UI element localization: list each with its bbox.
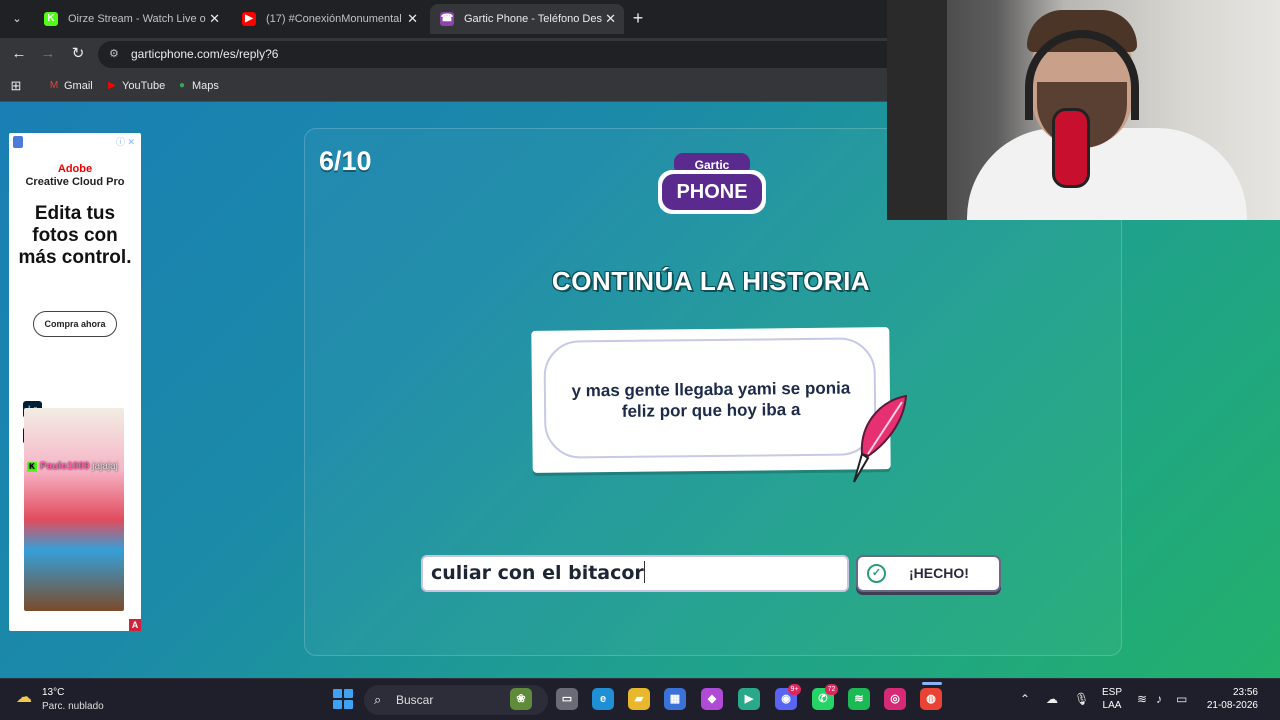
story-card: y mas gente llegaba yami se ponia feliz … xyxy=(531,327,891,473)
keyboard-layout: LAA xyxy=(1102,700,1122,711)
adchoices-icon[interactable]: A xyxy=(129,619,141,631)
text-caret xyxy=(643,561,645,583)
webcam-overlay xyxy=(887,0,1280,220)
round-counter: 6/10 xyxy=(319,146,372,176)
done-button-label: ¡HECHO! xyxy=(909,565,969,581)
close-icon[interactable]: ✕ xyxy=(605,4,616,34)
checkmark-icon: ✓ xyxy=(867,564,886,583)
volume-icon[interactable]: ♪ xyxy=(1156,690,1162,708)
ad-shield-icon xyxy=(13,136,23,148)
taskbar: ☁ 13°C Parc. nublado ⌕ Buscar ❀ ▭ e ▰ ▦ ◆ ▶ ◉ 9+… xyxy=(0,678,1280,720)
apps-grid-icon[interactable]: ⊞ xyxy=(5,75,27,97)
active-app-indicator xyxy=(922,682,942,685)
ad-cta-button[interactable]: Compra ahora xyxy=(33,311,117,337)
store-icon[interactable]: ▦ xyxy=(664,688,686,710)
kick-icon: K xyxy=(44,12,58,26)
browser-toolbar: ← → ↻ ⚙ garticphone.com/es/reply?6 xyxy=(0,38,887,70)
tab-search-button[interactable]: ⌄ xyxy=(6,8,28,30)
widgets-icon[interactable]: ❀ xyxy=(510,688,532,710)
ad-brand: Adobe xyxy=(57,163,93,175)
copilot-icon[interactable]: ◆ xyxy=(701,688,723,710)
svg-text:Gartic: Gartic xyxy=(695,158,730,172)
story-prompt: y mas gente llegaba yami se ponia feliz … xyxy=(571,378,851,421)
gartic-phone-icon: ☎ xyxy=(440,12,454,26)
clipchamp-icon[interactable]: ▶ xyxy=(738,688,760,710)
task-view-icon[interactable]: ▭ xyxy=(556,688,578,710)
search-icon: ⌕ xyxy=(374,692,382,707)
notification-badge: 9+ xyxy=(788,684,801,695)
gmail-icon: M xyxy=(49,80,59,91)
bookmark-2[interactable]: ● Maps xyxy=(176,77,219,95)
tab-0[interactable]: K Oirze Stream - Watch Live on Ki✕ xyxy=(34,4,228,34)
page-heading: CONTINÚA LA HISTORIA xyxy=(551,266,871,296)
bookmark-0[interactable]: M Gmail xyxy=(48,77,93,95)
tab-title: (17) #ConexiónMonumental | C xyxy=(266,13,404,25)
microphone-icon xyxy=(1052,108,1090,188)
edge-icon[interactable]: e xyxy=(592,688,614,710)
close-icon[interactable]: ✕ xyxy=(407,4,418,34)
bookmark-label: Maps xyxy=(192,80,219,92)
start-icon[interactable] xyxy=(333,689,353,709)
instagram-icon[interactable]: ◎ xyxy=(884,688,906,710)
youtube-icon: ▶ xyxy=(108,80,116,91)
chat-overlay: K Paulo1009 jajajaj xyxy=(27,461,118,472)
clock-time: 23:56 xyxy=(1232,687,1258,698)
gartic-phone-logo: Gartic PHONE xyxy=(658,153,766,214)
site-info-icon[interactable]: ⚙ xyxy=(109,41,119,68)
tab-title: Gartic Phone - Teléfono Descon xyxy=(464,13,602,25)
advertisement[interactable]: ⓘ ✕ Adobe Creative Cloud Pro Edita tus f… xyxy=(9,133,141,631)
close-icon[interactable]: ✕ xyxy=(209,4,220,34)
url-text: garticphone.com/es/reply?6 xyxy=(131,47,279,61)
youtube-icon: ▶ xyxy=(242,12,256,26)
notification-badge: 72 xyxy=(825,684,838,695)
battery-icon[interactable]: ▭ xyxy=(1176,690,1187,708)
wifi-icon[interactable]: ≋ xyxy=(1137,690,1147,708)
quill-icon xyxy=(853,394,908,483)
ad-image xyxy=(24,408,124,611)
bookmark-1[interactable]: ▶ YouTube xyxy=(106,77,165,95)
answer-input[interactable]: culiar con el bitacor xyxy=(421,555,849,592)
microphone-tray-icon[interactable]: 🎙 xyxy=(1074,690,1089,708)
screen: ⌄ KOirze Stream - Watch Live on Ki✕▶(17)… xyxy=(0,0,1280,720)
file-explorer-icon[interactable]: ▰ xyxy=(628,688,650,710)
chat-user: Paulo1009 xyxy=(40,461,90,472)
address-bar[interactable]: ⚙ garticphone.com/es/reply?6 xyxy=(98,41,887,68)
tab-1[interactable]: ▶ (17) #ConexiónMonumental | C ✕ xyxy=(232,4,426,34)
forward-icon[interactable]: → xyxy=(37,43,59,65)
taskbar-search-label: Buscar xyxy=(396,693,434,707)
webcam-shelf xyxy=(887,0,947,220)
kick-badge-icon: K xyxy=(27,462,37,472)
clock-date: 21-08-2026 xyxy=(1206,700,1258,711)
system-clock[interactable]: 23:56 21-08-2026 xyxy=(1196,686,1258,712)
svg-text:PHONE: PHONE xyxy=(676,181,747,203)
chevron-up-icon[interactable]: ⌃ xyxy=(1020,690,1030,708)
spotify-icon[interactable]: ≋ xyxy=(848,688,870,710)
bookmark-label: Gmail xyxy=(64,80,93,92)
chrome-icon[interactable]: ◍ xyxy=(920,688,942,710)
tab-strip: ⌄ KOirze Stream - Watch Live on Ki✕▶(17)… xyxy=(0,0,887,38)
input-language[interactable]: ESP LAA xyxy=(1102,686,1122,712)
ad-product: Creative Cloud Pro xyxy=(25,176,125,188)
bookmark-label: YouTube xyxy=(122,80,166,92)
done-button[interactable]: ✓ ¡HECHO! xyxy=(856,555,1001,592)
webcam-shirt xyxy=(967,128,1247,220)
bookmarks-bar: ⊞ M Gmail ▶ YouTube ● Maps xyxy=(0,70,887,102)
tab-2[interactable]: ☎ Gartic Phone - Teléfono Descon✕ xyxy=(430,4,624,34)
language-code: ESP xyxy=(1102,687,1123,698)
maps-icon: ● xyxy=(178,80,186,91)
answer-text: culiar con el bitacor xyxy=(431,562,644,584)
chat-message: jajajaj xyxy=(92,461,118,472)
back-icon[interactable]: ← xyxy=(8,43,30,65)
weather-icon[interactable]: ☁ xyxy=(16,688,36,708)
weather-temperature: 13°C xyxy=(42,687,65,698)
new-tab-button[interactable]: + xyxy=(628,8,648,28)
tab-title: Oirze Stream - Watch Live on Ki xyxy=(68,13,206,25)
ad-info-close-icon[interactable]: ⓘ ✕ xyxy=(116,135,135,148)
ad-headline: Edita tus fotos con más control. xyxy=(18,203,132,268)
weather-description: Parc. nublado xyxy=(42,701,104,712)
onedrive-icon[interactable]: ☁ xyxy=(1046,690,1058,708)
reload-icon[interactable]: ↻ xyxy=(67,43,89,65)
